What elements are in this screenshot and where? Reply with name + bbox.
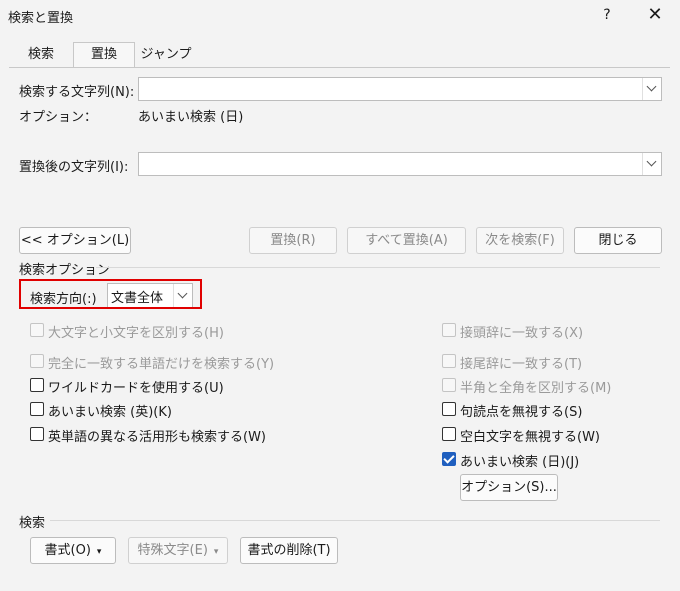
- title-bar: [0, 0, 680, 32]
- find-next-button[interactable]: 次を検索(F): [476, 227, 564, 254]
- match-width-checkbox[interactable]: [442, 378, 456, 392]
- ignore-punctuation-checkbox[interactable]: [442, 402, 456, 416]
- window-title: 検索と置換: [8, 11, 74, 26]
- fuzzy-english-label: あいまい検索 (英)(K): [48, 405, 172, 420]
- fuzzy-options-button[interactable]: オプション(S)...: [460, 474, 558, 501]
- tab-find[interactable]: 検索: [16, 43, 66, 67]
- special-button[interactable]: 特殊文字(E) ▾: [128, 537, 228, 564]
- whole-word-checkbox[interactable]: [30, 354, 44, 368]
- match-prefix-checkbox[interactable]: [442, 323, 456, 337]
- match-case-label: 大文字と小文字を区別する(H): [48, 326, 224, 341]
- word-forms-label: 英単語の異なる活用形も検索する(W): [48, 430, 266, 445]
- help-button[interactable]: ?: [596, 4, 618, 26]
- match-suffix-label: 接尾辞に一致する(T): [460, 357, 583, 372]
- chevron-down-icon: [646, 81, 657, 92]
- match-prefix-label: 接頭辞に一致する(X): [460, 326, 584, 341]
- dropdown-arrow-icon: ▾: [96, 547, 102, 557]
- search-options-header: 検索オプション: [19, 263, 111, 278]
- find-dropdown-button[interactable]: [642, 78, 661, 100]
- section-divider: [50, 520, 660, 521]
- replace-button[interactable]: 置換(R): [249, 227, 337, 254]
- options-value: あいまい検索 (日): [138, 110, 244, 125]
- replace-combobox[interactable]: [138, 152, 662, 176]
- replace-dropdown-button[interactable]: [642, 153, 661, 175]
- find-combobox[interactable]: [138, 77, 662, 101]
- highlight-box: [19, 279, 202, 309]
- replace-label: 置換後の文字列(I):: [19, 160, 129, 175]
- format-label: 書式(O): [44, 543, 91, 558]
- match-suffix-checkbox[interactable]: [442, 354, 456, 368]
- replace-all-button[interactable]: すべて置換(A): [347, 227, 466, 254]
- clear-format-button[interactable]: 書式の削除(T): [240, 537, 338, 564]
- format-button[interactable]: 書式(O) ▾: [30, 537, 116, 564]
- whole-word-label: 完全に一致する単語だけを検索する(Y): [48, 357, 275, 372]
- find-label: 検索する文字列(N):: [19, 85, 135, 100]
- less-options-button[interactable]: << オプション(L): [19, 227, 131, 254]
- tab-replace[interactable]: 置換: [73, 42, 135, 68]
- match-width-label: 半角と全角を区別する(M): [460, 381, 612, 396]
- close-button[interactable]: 閉じる: [574, 227, 662, 254]
- fuzzy-english-checkbox[interactable]: [30, 402, 44, 416]
- ignore-punctuation-label: 句読点を無視する(S): [460, 405, 583, 420]
- special-label: 特殊文字(E): [137, 543, 208, 558]
- fuzzy-japanese-label: あいまい検索 (日)(J): [460, 455, 580, 470]
- word-forms-checkbox[interactable]: [30, 427, 44, 441]
- ignore-whitespace-label: 空白文字を無視する(W): [460, 430, 600, 445]
- wildcards-checkbox[interactable]: [30, 378, 44, 392]
- dropdown-arrow-icon: ▾: [213, 547, 219, 557]
- fuzzy-japanese-checkbox[interactable]: [442, 452, 456, 466]
- tab-goto[interactable]: ジャンプ: [136, 43, 196, 67]
- search-section-header: 検索: [19, 516, 46, 531]
- section-divider: [96, 267, 660, 268]
- options-label: オプション：: [19, 110, 98, 125]
- wildcards-label: ワイルドカードを使用する(U): [48, 381, 224, 396]
- ignore-whitespace-checkbox[interactable]: [442, 427, 456, 441]
- chevron-down-icon: [646, 156, 657, 167]
- close-window-button[interactable]: ✕: [644, 4, 666, 26]
- match-case-checkbox[interactable]: [30, 323, 44, 337]
